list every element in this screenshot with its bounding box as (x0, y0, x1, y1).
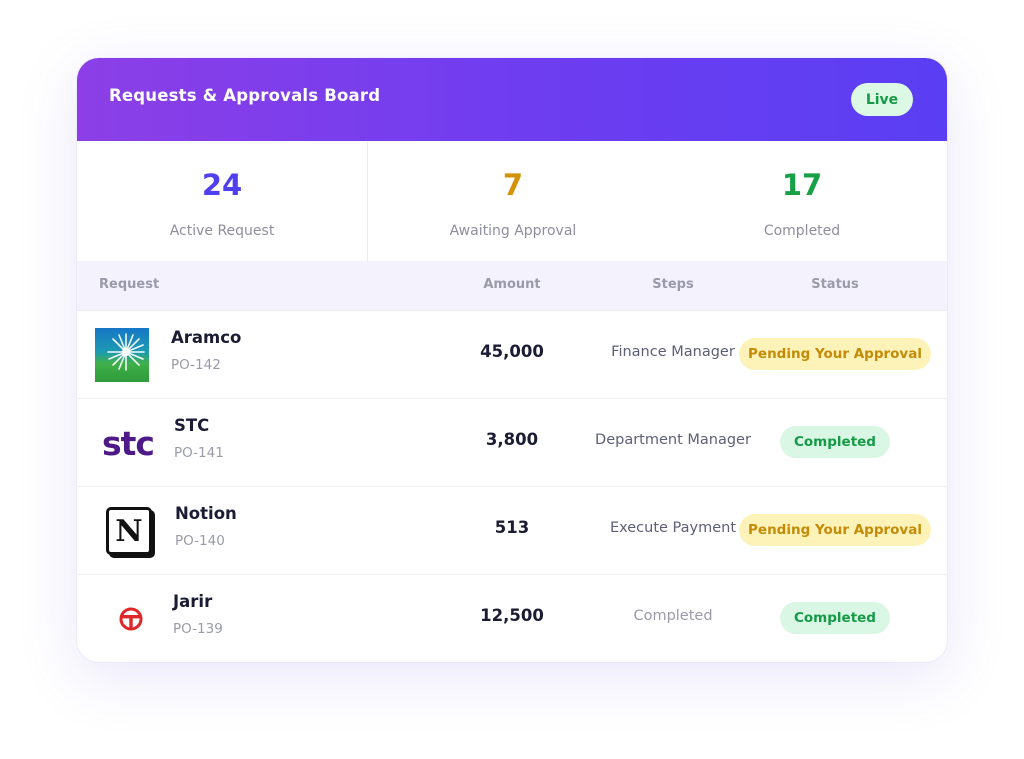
table-row[interactable]: Aramco PO-142 45,000 Finance Manager Pen… (77, 311, 947, 399)
request-id: PO-141 (174, 445, 224, 461)
board-header: Requests & Approvals Board Live (77, 58, 947, 141)
request-id: PO-140 (175, 533, 225, 549)
approvals-board-card: Requests & Approvals Board Live 24 Activ… (77, 58, 947, 662)
status-badge[interactable]: Pending Your Approval (739, 514, 931, 546)
request-amount: 3,800 (485, 430, 539, 449)
request-step: Department Manager (595, 432, 751, 448)
request-step: Execute Payment (609, 520, 737, 536)
request-name: Notion (175, 504, 237, 523)
table-row[interactable]: stc STC PO-141 3,800 Department Manager … (77, 399, 947, 487)
request-amount: 12,500 (480, 606, 544, 625)
request-amount: 45,000 (480, 342, 544, 361)
stat-completed: 17 Completed (657, 141, 947, 261)
stc-logo: stc (97, 421, 159, 465)
stats-bar: 24 Active Request 7 Awaiting Approval 17… (77, 141, 947, 261)
notion-logo: N (103, 505, 155, 557)
status-badge[interactable]: Pending Your Approval (739, 338, 931, 370)
request-name: STC (174, 416, 210, 435)
request-step: Finance Manager (611, 344, 735, 360)
aramco-logo (95, 328, 149, 382)
stat-label: Completed (763, 223, 841, 239)
request-id: PO-142 (171, 357, 221, 373)
stat-label: Awaiting Approval (449, 223, 577, 239)
stat-value: 17 (781, 168, 823, 202)
request-amount: 513 (494, 518, 530, 537)
request-id: PO-139 (173, 621, 223, 637)
stat-value: 7 (502, 168, 524, 202)
status-badge[interactable]: Completed (780, 602, 890, 634)
column-header-status: Status (811, 277, 859, 292)
stat-label: Active Request (169, 223, 275, 239)
stc-logo-text: stc (102, 423, 155, 463)
request-step: Completed (633, 608, 713, 624)
stat-awaiting-approval: 7 Awaiting Approval (368, 141, 658, 261)
stat-divider (367, 141, 368, 261)
table-header: Request Amount Steps Status (77, 261, 947, 311)
notion-logo-letter: N (115, 513, 143, 549)
board-title: Requests & Approvals Board (109, 86, 381, 105)
live-badge: Live (851, 83, 913, 116)
table-row[interactable]: Jarir PO-139 12,500 Completed Completed (77, 575, 947, 662)
column-header-request: Request (99, 277, 160, 292)
stat-value: 24 (201, 168, 243, 202)
column-header-amount: Amount (483, 277, 541, 292)
request-name: Aramco (171, 328, 242, 347)
column-header-steps: Steps (652, 277, 694, 292)
stat-active-requests: 24 Active Request (77, 141, 367, 261)
request-name: Jarir (173, 592, 213, 611)
table-row[interactable]: N Notion PO-140 513 Execute Payment Pend… (77, 487, 947, 575)
jarir-logo (117, 605, 145, 633)
status-badge[interactable]: Completed (780, 426, 890, 458)
